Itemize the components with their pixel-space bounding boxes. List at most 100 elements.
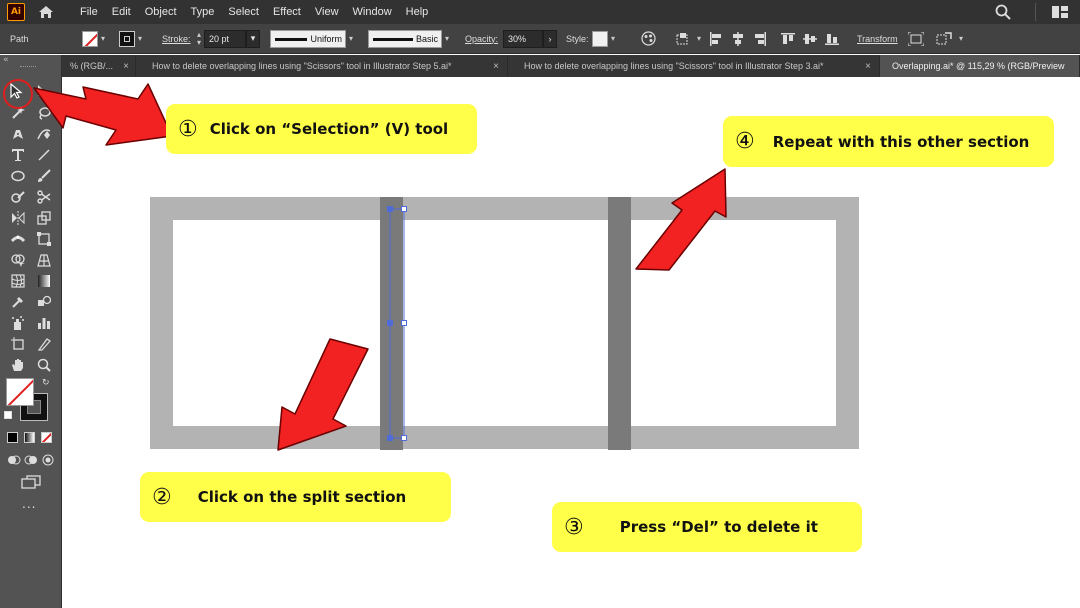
swap-fill-stroke-icon[interactable]: ↻ (42, 378, 50, 388)
scissors-tool-icon[interactable] (35, 188, 53, 206)
callout-text: Click on “Selection” (V) tool (209, 120, 449, 138)
chevron-down-icon[interactable]: ▾ (697, 34, 701, 43)
align-left-icon[interactable] (708, 31, 724, 47)
chevron-down-icon[interactable]: ▾ (101, 34, 105, 43)
opacity-input[interactable]: 30% (503, 29, 543, 48)
selection-handle (401, 435, 407, 441)
ellipse-tool-icon[interactable] (9, 167, 27, 185)
gradient-mode-icon[interactable] (24, 432, 35, 443)
column-graph-tool-icon[interactable] (35, 314, 53, 332)
screen-mode-icon[interactable] (20, 473, 42, 491)
close-icon[interactable]: × (493, 61, 499, 72)
draw-inside-icon[interactable] (39, 451, 57, 469)
edit-toolbar-button[interactable]: ... (22, 497, 36, 511)
align-horizontal-center-icon[interactable] (730, 31, 746, 47)
chevron-down-icon[interactable]: ▾ (611, 34, 615, 43)
gradient-tool-icon[interactable] (35, 272, 53, 290)
perspective-grid-tool-icon[interactable] (35, 251, 53, 269)
align-right-icon[interactable] (752, 31, 768, 47)
stroke-color-control[interactable]: ▾ (119, 30, 142, 47)
tab-document-2[interactable]: How to delete overlapping lines using "S… (136, 55, 508, 77)
zoom-tool-icon[interactable] (35, 356, 53, 374)
paintbrush-tool-icon[interactable] (35, 167, 53, 185)
close-icon[interactable]: × (123, 61, 129, 72)
workspace-switcher-icon[interactable] (1050, 2, 1070, 22)
align-to-selection-icon[interactable] (676, 31, 692, 47)
none-mode-icon[interactable] (41, 432, 52, 443)
style-swatch[interactable] (592, 30, 608, 47)
home-icon[interactable] (37, 3, 55, 21)
brush-label: Basic (415, 33, 438, 44)
stroke-weight-input[interactable]: 20 pt (204, 29, 247, 48)
fill-swatch-large[interactable] (6, 378, 34, 406)
hand-tool-icon[interactable] (9, 356, 27, 374)
shape-builder-tool-icon[interactable] (9, 251, 27, 269)
control-bar-options-icon[interactable]: ▾ (959, 34, 963, 43)
graphic-style-control[interactable]: ▾ (592, 30, 615, 47)
close-icon[interactable]: × (865, 61, 871, 72)
color-mode-icon[interactable] (7, 432, 18, 443)
brush-definition[interactable]: Basic ▾ (368, 29, 449, 48)
menu-view[interactable]: View (308, 0, 346, 24)
scale-tool-icon[interactable] (35, 209, 53, 227)
stepper-icon[interactable]: ▴ ▾ (197, 30, 201, 47)
menu-window[interactable]: Window (346, 0, 399, 24)
align-top-icon[interactable] (780, 31, 796, 47)
chevron-right-icon[interactable]: › (543, 29, 557, 48)
document-tab-bar: % (RGB/... × How to delete overlapping l… (62, 55, 1080, 77)
align-bottom-icon[interactable] (824, 31, 840, 47)
fill-control[interactable]: ▾ (82, 30, 105, 47)
symbol-sprayer-tool-icon[interactable] (9, 314, 27, 332)
reflect-tool-icon[interactable] (9, 209, 27, 227)
isolate-object-icon[interactable] (908, 31, 924, 47)
align-vertical-center-icon[interactable] (802, 31, 818, 47)
collapse-panel-icon[interactable]: « (3, 55, 9, 65)
menu-select[interactable]: Select (221, 0, 266, 24)
search-icon[interactable] (993, 2, 1013, 22)
menu-file[interactable]: File (73, 0, 105, 24)
selection-handle (401, 206, 407, 212)
tab-document-1[interactable]: % (RGB/... × (62, 55, 136, 77)
panel-grip[interactable] (20, 66, 36, 68)
menu-type[interactable]: Type (184, 0, 222, 24)
brush-field[interactable]: Basic (368, 29, 442, 48)
blend-tool-icon[interactable] (35, 293, 53, 311)
artboard-tool-icon[interactable] (9, 335, 27, 353)
puppet-warp-icon[interactable] (936, 31, 952, 47)
callout-text: Press “Del” to delete it (619, 518, 818, 536)
stroke-swatch[interactable] (119, 30, 135, 47)
eyedropper-tool-icon[interactable] (9, 293, 27, 311)
width-tool-icon[interactable] (9, 230, 27, 248)
menu-effect[interactable]: Effect (266, 0, 308, 24)
recolor-artwork-icon[interactable] (640, 31, 656, 47)
selection-handle (387, 320, 393, 326)
menu-help[interactable]: Help (399, 0, 436, 24)
tab-document-active[interactable]: Overlapping.ai* @ 115,29 % (RGB/Preview (880, 55, 1080, 77)
draw-normal-icon[interactable] (5, 451, 23, 469)
opacity-label[interactable]: Opacity: (465, 34, 498, 44)
callout-step-2: ② Click on the split section (140, 472, 451, 522)
draw-behind-icon[interactable] (22, 451, 40, 469)
profile-label: Uniform (310, 33, 342, 44)
menu-object[interactable]: Object (138, 0, 184, 24)
shaper-tool-icon[interactable] (9, 188, 27, 206)
slice-tool-icon[interactable] (35, 335, 53, 353)
variable-width-profile[interactable]: Uniform ▾ (270, 29, 353, 48)
chevron-down-icon[interactable]: ▾ (138, 34, 142, 43)
menu-edit[interactable]: Edit (105, 0, 138, 24)
mesh-tool-icon[interactable] (9, 272, 27, 290)
free-transform-tool-icon[interactable] (35, 230, 53, 248)
default-fill-stroke-icon[interactable] (4, 411, 12, 419)
chevron-down-icon[interactable]: ▾ (349, 34, 353, 43)
callout-step-4: ④ Repeat with this other section (723, 116, 1054, 167)
stroke-weight-control[interactable]: ▴ ▾ 20 pt ▾ (197, 29, 261, 48)
tab-label: Overlapping.ai* @ 115,29 % (RGB/Preview (892, 61, 1065, 71)
chevron-down-icon[interactable]: ▾ (445, 34, 449, 43)
stroke-label[interactable]: Stroke: (162, 34, 191, 44)
transform-link[interactable]: Transform (857, 34, 898, 44)
opacity-control[interactable]: 30% › (503, 29, 557, 48)
tab-document-3[interactable]: How to delete overlapping lines using "S… (508, 55, 880, 77)
profile-field[interactable]: Uniform (270, 29, 346, 48)
chevron-down-icon[interactable]: ▾ (246, 29, 261, 48)
fill-none-swatch[interactable] (82, 30, 98, 47)
